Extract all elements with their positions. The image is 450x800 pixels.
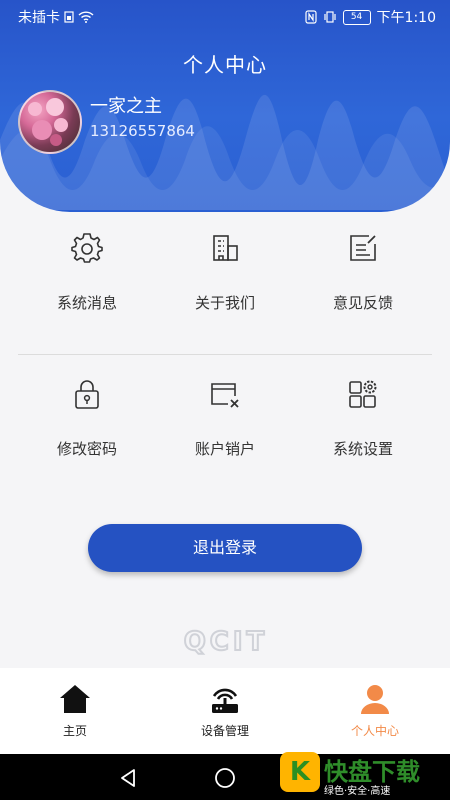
- clock: 下午1:10: [376, 10, 436, 26]
- battery-indicator: 54: [342, 9, 371, 25]
- menu-label: 系统消息: [56, 294, 117, 312]
- page-title: 个人中心: [183, 53, 267, 77]
- tab-label: 主页: [62, 724, 87, 738]
- router-icon: [212, 688, 238, 713]
- menu-label: 意见反馈: [332, 294, 393, 312]
- tab-profile[interactable]: 个人中心: [300, 668, 450, 754]
- menu-system-messages[interactable]: 系统消息: [12, 232, 162, 342]
- user-icon: [361, 685, 389, 714]
- menu-label: 关于我们: [194, 294, 255, 312]
- gear-icon: [71, 233, 103, 263]
- settings-grid-icon: [349, 380, 377, 408]
- building-icon: [213, 235, 238, 261]
- menu-about-us[interactable]: 关于我们: [150, 232, 300, 342]
- avatar[interactable]: [18, 90, 82, 154]
- tab-label: 设备管理: [200, 724, 249, 738]
- watermark-badge: K: [280, 752, 320, 792]
- tab-label: 个人中心: [350, 724, 399, 738]
- logout-button[interactable]: 退出登录: [88, 524, 362, 572]
- profile-header: 未插卡 54 下午1:10 个人中心 一家之主 13126557864: [0, 0, 450, 212]
- menu-change-password[interactable]: 修改密码: [12, 378, 162, 488]
- status-bar: 未插卡 54 下午1:10: [0, 0, 450, 32]
- wifi-icon: [78, 11, 94, 23]
- nfc-icon: [304, 10, 317, 24]
- divider: [18, 354, 432, 355]
- carrier-text: 未插卡: [18, 10, 60, 26]
- username: 一家之主: [90, 96, 162, 117]
- brand-logo-text: QCIT: [184, 627, 269, 656]
- watermark: K 快盘下载 绿色·安全·高速: [280, 752, 450, 798]
- vibrate-icon: [323, 11, 336, 23]
- edit-icon: [350, 235, 376, 261]
- home-circle-icon[interactable]: [213, 766, 237, 790]
- watermark-subtitle: 绿色·安全·高速: [324, 786, 391, 797]
- tab-home[interactable]: 主页: [0, 668, 150, 754]
- menu-feedback[interactable]: 意见反馈: [288, 232, 438, 342]
- sim-icon: [64, 11, 74, 23]
- bottom-tab-bar: 主页 设备管理 个人中心: [0, 668, 450, 754]
- menu-system-settings[interactable]: 系统设置: [288, 378, 438, 488]
- brand-logo: QCIT: [183, 626, 269, 656]
- lock-icon: [75, 380, 99, 409]
- menu-label: 修改密码: [56, 440, 117, 458]
- menu-label: 系统设置: [332, 440, 393, 458]
- card-remove-icon: [211, 383, 239, 408]
- tab-device-management[interactable]: 设备管理: [150, 668, 300, 754]
- back-icon[interactable]: [116, 766, 140, 790]
- menu-label: 账户销户: [194, 440, 255, 458]
- menu-account-cancel[interactable]: 账户销户: [150, 378, 300, 488]
- phone-number: 13126557864: [90, 122, 195, 140]
- home-icon: [60, 685, 90, 713]
